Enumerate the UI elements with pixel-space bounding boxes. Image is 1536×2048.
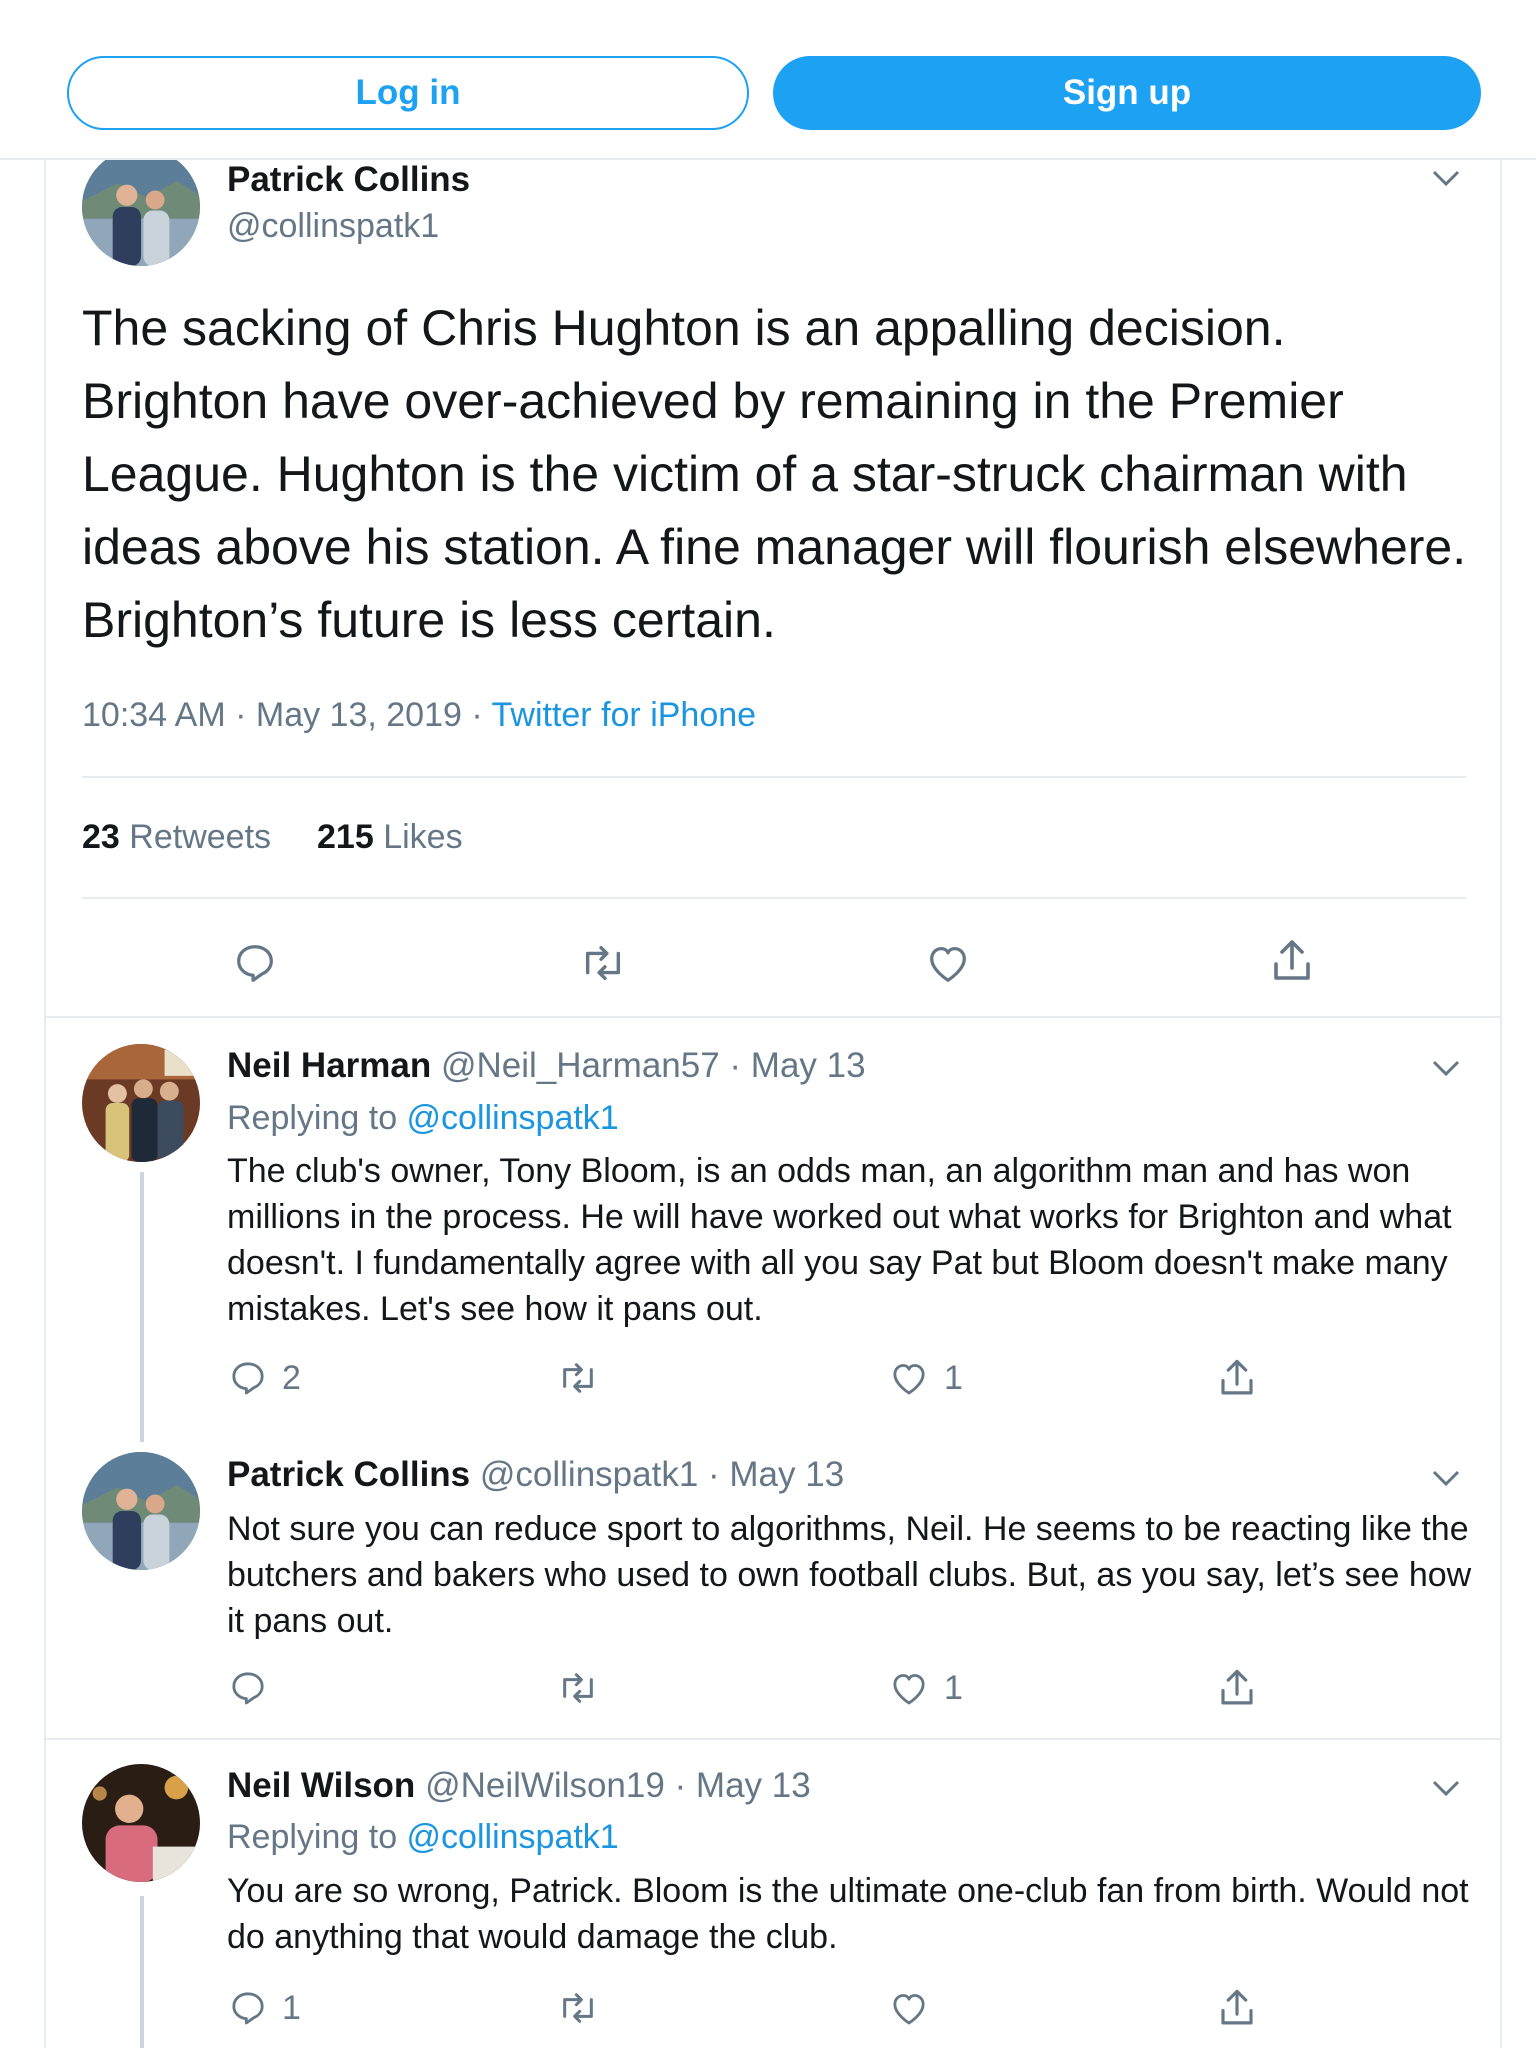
share-button[interactable] (1216, 1986, 1258, 2030)
chevron-down-icon[interactable] (1428, 1770, 1464, 1806)
likes-stat[interactable]: 215 Likes (317, 818, 463, 856)
retweet-icon (563, 1673, 593, 1703)
reply-button[interactable] (228, 1668, 282, 1708)
author-name[interactable]: Neil Wilson (227, 1766, 415, 1805)
replying-to: Replying to @collinspatk1 (227, 1099, 619, 1138)
share-button[interactable] (1216, 1356, 1258, 1400)
share-icon (1221, 1669, 1253, 1705)
timeline-left-border (44, 160, 46, 2048)
author-handle[interactable]: @collinspatk1 (227, 207, 439, 246)
author-handle-date[interactable]: @NeilWilson19 · May 13 (425, 1766, 811, 1805)
share-button[interactable] (1268, 936, 1316, 986)
chevron-down-icon[interactable] (1428, 160, 1464, 196)
author-handle-date[interactable]: @collinspatk1 · May 13 (480, 1455, 844, 1494)
reply-icon (232, 1672, 264, 1705)
share-icon (1221, 1989, 1253, 2025)
tweet-timestamp[interactable]: 10:34 AM · May 13, 2019 · (82, 696, 492, 734)
likes-label: Likes (383, 818, 463, 856)
reply-header: Patrick Collins @collinspatk1 · May 13 (227, 1455, 844, 1495)
divider (82, 776, 1466, 778)
retweets-stat[interactable]: 23 Retweets (82, 818, 271, 856)
reply-icon (237, 945, 273, 982)
avatar-photo (82, 148, 200, 266)
avatar-photo (82, 1764, 200, 1882)
author-name[interactable]: Patrick Collins (227, 160, 470, 200)
tweet-text: The sacking of Chris Hughton is an appal… (82, 300, 1467, 648)
replying-to-handle[interactable]: @collinspatk1 (407, 1099, 619, 1137)
replying-to-prefix: Replying to (227, 1818, 407, 1856)
share-button[interactable] (1216, 1666, 1258, 1710)
reply-icon (232, 1362, 264, 1395)
heart-icon (930, 946, 966, 982)
divider (82, 897, 1466, 899)
timeline-right-border (1500, 160, 1502, 2048)
retweets-count: 23 (82, 818, 120, 856)
like-count: 1 (944, 1668, 963, 1707)
avatar[interactable] (82, 1044, 200, 1162)
like-button[interactable]: 1 (888, 1358, 963, 1398)
tweet-meta: 10:34 AM · May 13, 2019 · Twitter for iP… (82, 696, 756, 735)
like-button[interactable] (888, 1988, 944, 2028)
reply-text: The club's owner, Tony Bloom, is an odds… (227, 1152, 1452, 1328)
author-name[interactable]: Neil Harman (227, 1046, 431, 1085)
reply-count: 1 (282, 1988, 301, 2027)
avatar-photo (82, 1452, 200, 1570)
retweet-button[interactable] (556, 1988, 614, 2028)
retweet-icon (563, 1993, 593, 2023)
retweet-button[interactable] (556, 1668, 614, 1708)
retweet-icon (563, 1363, 593, 1393)
reply-count: 2 (282, 1358, 301, 1397)
likes-count: 215 (317, 818, 374, 856)
retweets-label: Retweets (129, 818, 272, 856)
reply-text: Not sure you can reduce sport to algorit… (227, 1510, 1472, 1640)
reply-icon (232, 1992, 264, 2025)
share-icon (1274, 940, 1310, 980)
heart-icon (893, 1674, 925, 1705)
divider (44, 1016, 1502, 1018)
signup-button[interactable]: Sign up (773, 56, 1481, 130)
replying-to-handle[interactable]: @collinspatk1 (407, 1818, 619, 1856)
share-icon (1221, 1359, 1253, 1395)
like-button[interactable] (924, 940, 972, 986)
author-handle-date[interactable]: @Neil_Harman57 · May 13 (441, 1046, 866, 1085)
auth-bar: Log in Sign up (0, 0, 1536, 160)
replying-to-prefix: Replying to (227, 1099, 407, 1137)
replying-to: Replying to @collinspatk1 (227, 1818, 619, 1857)
like-button[interactable]: 1 (888, 1668, 963, 1708)
chevron-down-icon[interactable] (1428, 1460, 1464, 1496)
heart-icon (893, 1994, 925, 2025)
reply-button[interactable]: 2 (228, 1358, 301, 1398)
retweet-button[interactable] (556, 1358, 614, 1398)
avatar[interactable] (82, 1764, 200, 1882)
reply-button[interactable]: 1 (228, 1988, 301, 2028)
reply-header: Neil Wilson @NeilWilson19 · May 13 (227, 1766, 811, 1806)
like-count: 1 (944, 1358, 963, 1397)
thread-line (140, 1172, 144, 1442)
author-name[interactable]: Patrick Collins (227, 1455, 470, 1494)
chevron-down-icon[interactable] (1428, 1050, 1464, 1086)
heart-icon (893, 1364, 925, 1395)
avatar[interactable] (82, 148, 200, 266)
reply-button[interactable] (232, 940, 278, 986)
avatar-photo (82, 1044, 200, 1162)
divider (44, 1738, 1502, 1740)
tweet-source[interactable]: Twitter for iPhone (492, 696, 757, 734)
retweet-button[interactable] (578, 940, 628, 986)
thread-line (140, 1896, 144, 2048)
reply-text: You are so wrong, Patrick. Bloom is the … (227, 1872, 1469, 1956)
retweet-icon (585, 945, 621, 981)
tweet-stats: 23 Retweets 215 Likes (82, 818, 463, 857)
login-button[interactable]: Log in (67, 56, 749, 130)
avatar[interactable] (82, 1452, 200, 1570)
reply-header: Neil Harman @Neil_Harman57 · May 13 (227, 1046, 866, 1086)
